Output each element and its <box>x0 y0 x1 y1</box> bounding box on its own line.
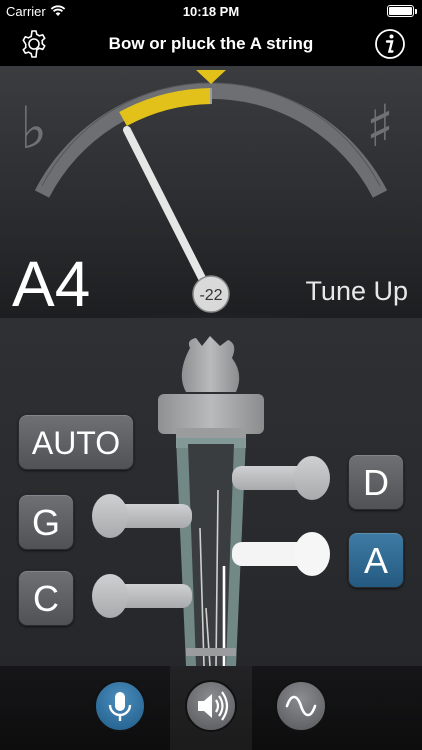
cents-value: -22 <box>199 287 222 304</box>
tab-speaker[interactable] <box>185 680 237 732</box>
page-title: Bow or pluck the A string <box>108 34 314 53</box>
status-bar: Carrier 10:18 PM <box>0 0 422 22</box>
flat-icon: ♭ <box>20 94 47 162</box>
peg-g[interactable] <box>92 494 192 538</box>
mode-tab-bar <box>0 666 422 750</box>
sharp-icon: ♯ <box>366 92 394 160</box>
center-marker-icon <box>196 70 226 84</box>
string-c-button[interactable]: C <box>18 570 74 626</box>
tuning-meter: ♭ ♯ A4 -22 Tune Up <box>0 66 422 318</box>
info-icon[interactable] <box>374 28 406 60</box>
meter-arc <box>34 82 388 198</box>
peg-a[interactable] <box>232 532 330 576</box>
tab-tone[interactable] <box>275 680 327 732</box>
sine-wave-icon <box>285 695 317 717</box>
microphone-icon <box>108 692 132 721</box>
peg-c[interactable] <box>92 574 192 618</box>
string-g-button[interactable]: G <box>18 494 74 550</box>
string-d-button[interactable]: D <box>348 454 404 510</box>
tab-microphone[interactable] <box>94 680 146 732</box>
detected-note: A4 <box>12 248 91 318</box>
string-a-button[interactable]: A <box>348 532 404 588</box>
speaker-icon <box>198 691 229 721</box>
nav-bar: Bow or pluck the A string <box>0 22 422 66</box>
peg-d[interactable] <box>232 456 330 500</box>
tune-instruction: Tune Up <box>305 276 408 306</box>
peghead-area: AUTO G C D A <box>0 318 422 666</box>
battery-icon <box>387 5 417 17</box>
status-time: 10:18 PM <box>182 4 240 19</box>
auto-button[interactable]: AUTO <box>18 414 134 470</box>
cents-badge: -22 <box>192 275 230 313</box>
